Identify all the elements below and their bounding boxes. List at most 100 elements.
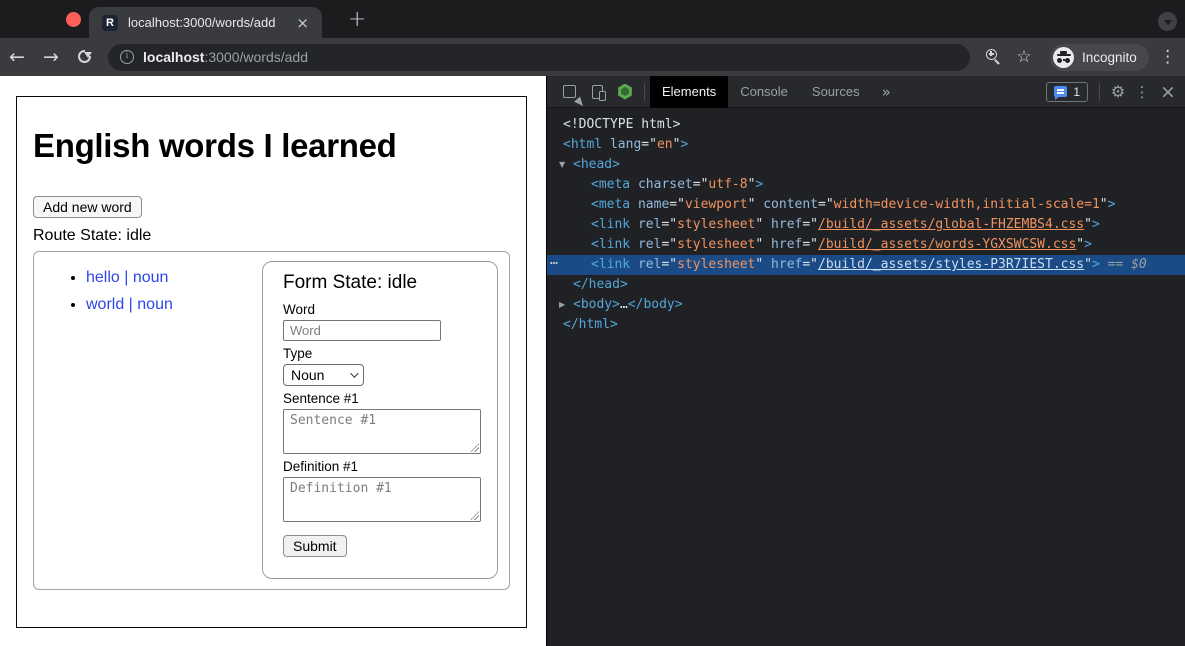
word-list-item: world | noun	[86, 296, 173, 314]
code-segment: ="	[641, 137, 657, 152]
word-list-item: hello | noun	[86, 269, 173, 287]
reload-button[interactable]	[68, 47, 102, 67]
chevron-down-icon	[350, 369, 358, 377]
new-tab-button[interactable]: +	[342, 5, 372, 34]
code-segment: charset	[638, 177, 693, 192]
incognito-label: Incognito	[1082, 50, 1137, 65]
more-tabs-button[interactable]: »	[882, 83, 891, 101]
code-line[interactable]: …<link rel="stylesheet" href="/build/_as…	[547, 255, 1185, 275]
devtools-tab-console[interactable]: Console	[728, 76, 800, 108]
code-segment: stylesheet	[677, 217, 755, 232]
definition-label: Definition #1	[283, 459, 479, 474]
code-segment	[630, 177, 638, 192]
code-line[interactable]: ▼<head>	[547, 155, 1185, 175]
sentence-textarea[interactable]	[283, 409, 481, 454]
devtools-tab-elements[interactable]: Elements	[650, 76, 728, 108]
node-extension-button[interactable]	[611, 78, 639, 106]
code-segment: == $0	[1100, 257, 1147, 272]
word-link[interactable]: hello | noun	[86, 269, 168, 286]
code-segment: ="	[693, 177, 709, 192]
code-segment: "	[1084, 217, 1092, 232]
devtools-menu-button[interactable]: ⋮	[1131, 83, 1153, 101]
word-label: Word	[283, 302, 479, 317]
message-bubble-icon	[1054, 86, 1067, 97]
browser-tab[interactable]: R localhost:3000/words/add ×	[89, 7, 322, 38]
device-toolbar-button[interactable]	[583, 78, 611, 106]
incognito-badge: Incognito	[1050, 44, 1149, 71]
reload-icon	[78, 50, 91, 63]
code-segment: stylesheet	[677, 257, 755, 272]
code-segment: rel	[638, 257, 661, 272]
elements-tree: <!DOCTYPE html><html lang="en">▼<head><m…	[547, 108, 1185, 646]
page-viewport: English words I learned Add new word Rou…	[0, 76, 546, 646]
settings-gear-icon[interactable]: ⚙	[1105, 82, 1131, 101]
code-segment: /build/_assets/styles-P3R7IEST.css	[818, 257, 1084, 272]
code-line[interactable]: <link rel="stylesheet" href="/build/_ass…	[547, 235, 1185, 255]
inspect-element-button[interactable]	[555, 78, 583, 106]
collapse-arrow-icon[interactable]: ▶	[559, 295, 573, 315]
code-segment: >	[1084, 237, 1092, 252]
bookmark-star-icon[interactable]: ☆	[1008, 47, 1040, 67]
code-line[interactable]: <meta name="viewport" content="width=dev…	[547, 195, 1185, 215]
type-label: Type	[283, 346, 479, 361]
page-title: English words I learned	[33, 127, 510, 165]
forward-button[interactable]: →	[34, 46, 68, 68]
code-segment: "	[1076, 237, 1084, 252]
devtools-close-icon[interactable]: ×	[1153, 81, 1183, 103]
remix-favicon-icon: R	[102, 15, 118, 31]
code-segment: >	[755, 177, 763, 192]
issues-badge[interactable]: 1	[1046, 82, 1088, 102]
tab-search-button[interactable]	[1158, 12, 1177, 31]
devtools-tab-sources[interactable]: Sources	[800, 76, 872, 108]
devtools-panel: ElementsConsoleSources » 1 ⚙ ⋮ × <!DOCTY…	[546, 76, 1185, 646]
code-segment: <html	[563, 137, 602, 152]
word-link[interactable]: world | noun	[86, 296, 173, 313]
code-line[interactable]: </html>	[547, 315, 1185, 335]
submit-button[interactable]: Submit	[283, 535, 347, 557]
devtools-toolbar: ElementsConsoleSources » 1 ⚙ ⋮ ×	[547, 76, 1185, 108]
line-gutter-ellipsis[interactable]: …	[550, 251, 558, 271]
address-bar[interactable]: localhost:3000/words/add	[108, 44, 970, 71]
magnifier-handle	[994, 59, 1000, 65]
tab-close-icon[interactable]: ×	[293, 14, 312, 32]
code-segment: href	[771, 257, 802, 272]
code-segment: utf-8	[708, 177, 747, 192]
code-segment: </body>	[628, 297, 683, 312]
browser-menu-button[interactable]: ⋮	[1153, 47, 1183, 67]
code-segment: ="	[802, 217, 818, 232]
code-segment: /build/_assets/words-YGXSWCSW.css	[818, 237, 1076, 252]
code-line[interactable]: <!DOCTYPE html>	[547, 115, 1185, 135]
info-icon[interactable]	[120, 50, 134, 64]
hexagon-node-icon	[617, 84, 633, 100]
expand-arrow-icon[interactable]: ▼	[559, 155, 573, 175]
code-segment: <meta	[591, 177, 630, 192]
code-segment: >	[1092, 217, 1100, 232]
add-new-word-button[interactable]: Add new word	[33, 196, 142, 218]
code-segment: >	[680, 137, 688, 152]
code-line[interactable]: </head>	[547, 275, 1185, 295]
code-segment: content	[763, 197, 818, 212]
code-line[interactable]: <meta charset="utf-8">	[547, 175, 1185, 195]
code-segment: name	[638, 197, 669, 212]
sentence-textarea-wrap	[283, 409, 481, 454]
code-segment: lang	[610, 137, 641, 152]
code-line[interactable]: ▶<body>…</body>	[547, 295, 1185, 315]
close-window-button[interactable]	[66, 12, 81, 27]
code-segment: "	[755, 217, 771, 232]
word-list: hello | noun world | noun	[34, 269, 173, 323]
code-segment: "	[1100, 197, 1108, 212]
zoom-page-button[interactable]	[978, 47, 1008, 67]
route-state-text: Route State: idle	[33, 227, 510, 245]
back-button[interactable]: ←	[0, 46, 34, 68]
tab-strip: R localhost:3000/words/add × +	[0, 0, 1185, 38]
definition-textarea[interactable]	[283, 477, 481, 522]
code-segment	[630, 257, 638, 272]
code-segment: viewport	[685, 197, 748, 212]
type-select[interactable]: Noun	[283, 364, 364, 386]
word-input[interactable]	[283, 320, 441, 341]
code-segment	[630, 197, 638, 212]
code-segment: rel	[638, 237, 661, 252]
code-line[interactable]: <html lang="en">	[547, 135, 1185, 155]
code-segment: ="	[661, 257, 677, 272]
code-line[interactable]: <link rel="stylesheet" href="/build/_ass…	[547, 215, 1185, 235]
